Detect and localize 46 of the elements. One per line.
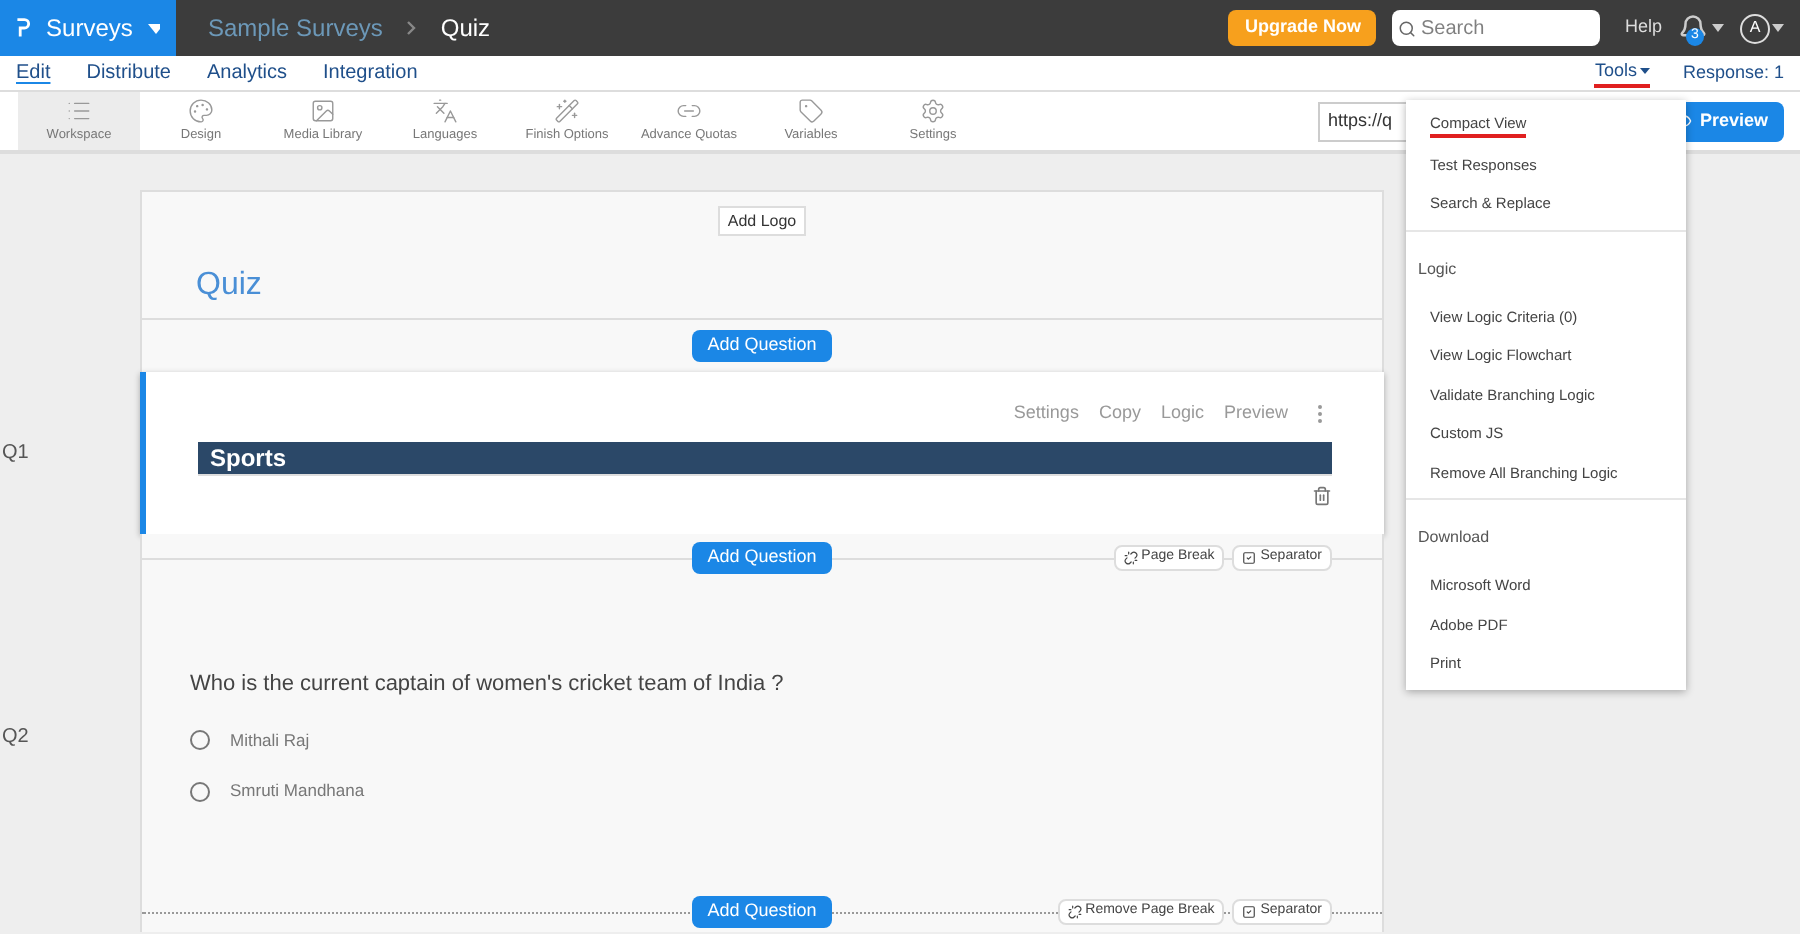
add-logo-button[interactable]: Add Logo bbox=[717, 206, 807, 236]
search-field[interactable]: Search bbox=[1392, 10, 1601, 46]
caret-icon bbox=[148, 23, 160, 33]
section-header: Sports bbox=[198, 441, 1332, 475]
settings-icon bbox=[920, 97, 946, 124]
add-question-button[interactable]: Add Question bbox=[691, 330, 833, 362]
checkbox-icon bbox=[1242, 551, 1257, 565]
caret-icon bbox=[1640, 68, 1651, 74]
tag-icon bbox=[798, 97, 824, 124]
caret-icon bbox=[1772, 24, 1784, 32]
radio-button[interactable] bbox=[190, 781, 210, 802]
menu-section-label: Download bbox=[1418, 528, 1490, 546]
response-count[interactable]: Response: 1 bbox=[1682, 59, 1784, 87]
wand-icon bbox=[554, 97, 580, 124]
tools-menu-button[interactable]: Tools bbox=[1594, 57, 1651, 89]
nav-tab[interactable]: Integration bbox=[323, 58, 418, 88]
avatar[interactable]: A bbox=[1740, 13, 1770, 43]
trash-icon[interactable] bbox=[1312, 485, 1332, 505]
option-label: Mithali Raj bbox=[230, 727, 310, 753]
caret-icon bbox=[1712, 24, 1724, 32]
question-number: Q1 bbox=[2, 440, 29, 468]
nav-tab[interactable]: Distribute bbox=[86, 58, 171, 88]
image-icon bbox=[310, 97, 336, 124]
palette-icon bbox=[188, 97, 214, 124]
languages-icon bbox=[432, 97, 458, 124]
add-question-button[interactable]: Add Question bbox=[691, 542, 833, 574]
brand-menu[interactable]: Surveys bbox=[0, 0, 176, 56]
breadcrumb-item: Quiz bbox=[440, 12, 491, 46]
help-link[interactable]: Help bbox=[1624, 14, 1662, 42]
brand-label: Surveys bbox=[46, 12, 133, 46]
nav-tab[interactable]: Analytics bbox=[206, 58, 287, 88]
question-number: Q2 bbox=[2, 724, 29, 752]
nav-tab[interactable]: Edit bbox=[16, 58, 51, 88]
unlink-icon bbox=[1123, 551, 1138, 565]
menu-section-label: Logic bbox=[1418, 259, 1457, 277]
checkbox-icon bbox=[1242, 905, 1257, 919]
question-text: Who is the current captain of women's cricket team of India ? bbox=[190, 670, 786, 700]
option-label: Smruti Mandhana bbox=[230, 778, 365, 804]
unlink-icon bbox=[1067, 905, 1082, 919]
radio-button[interactable] bbox=[190, 729, 210, 750]
add-question-button[interactable]: Add Question bbox=[691, 896, 833, 928]
logo-icon bbox=[16, 14, 31, 42]
survey-title: Quiz bbox=[196, 266, 262, 306]
chevron-right-icon bbox=[406, 20, 417, 36]
search-icon bbox=[1398, 19, 1417, 37]
breadcrumb-item[interactable]: Sample Surveys bbox=[208, 10, 383, 46]
